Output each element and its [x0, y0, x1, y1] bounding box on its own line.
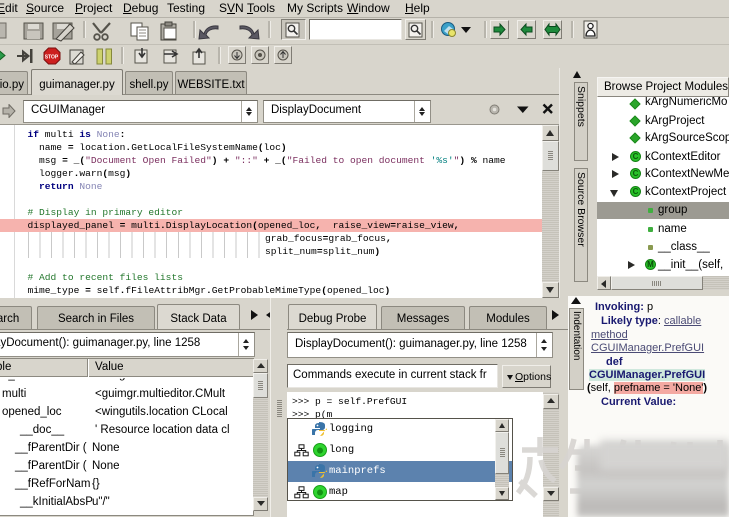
- svg-text:STOP: STOP: [45, 55, 59, 61]
